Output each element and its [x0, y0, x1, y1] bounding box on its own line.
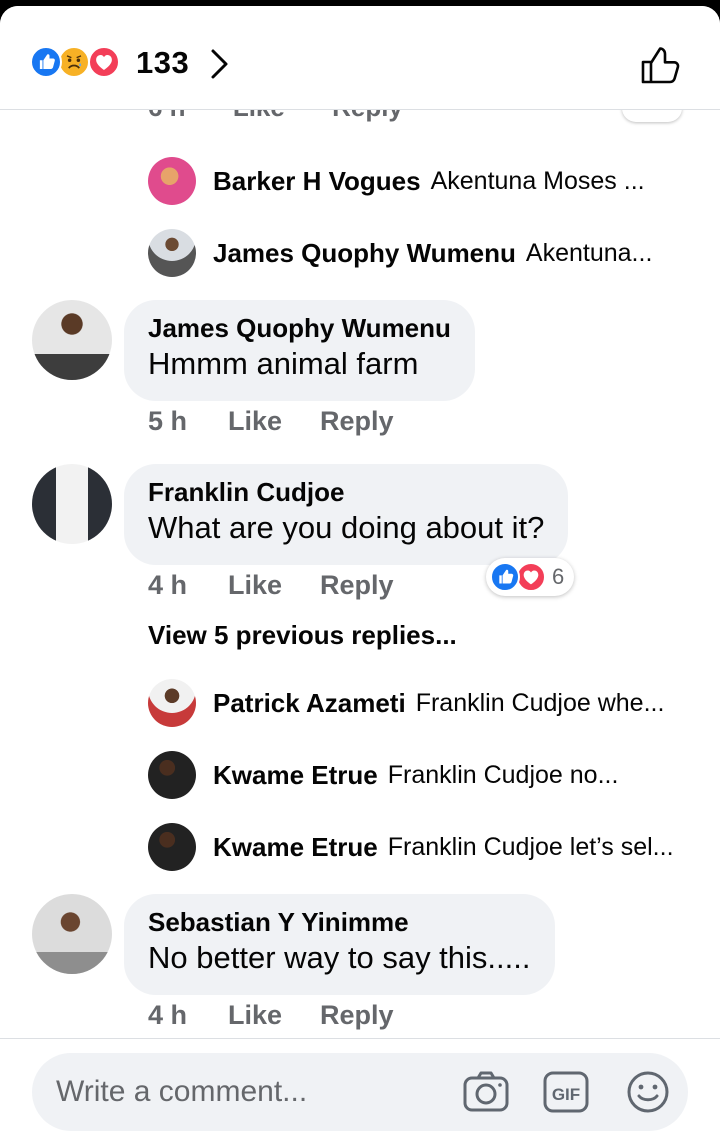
comment-feed[interactable]: 6 h Like Reply Barker H Vogues Akentuna … [0, 110, 720, 1038]
reply-link[interactable]: Reply [320, 570, 394, 601]
reply-author[interactable]: Kwame Etrue [213, 760, 378, 791]
reply-snippet: Akentuna... [525, 238, 653, 267]
reply-preview[interactable]: Kwame Etrue Franklin Cudjoe no... [148, 750, 618, 800]
reactions-header: 133 [0, 6, 720, 110]
avatar[interactable] [32, 894, 112, 974]
comment-text: No better way to say this..... [148, 940, 531, 975]
comment-text: Hmmm animal farm [148, 346, 419, 381]
like-link[interactable]: Like [233, 110, 285, 122]
reply-author[interactable]: Patrick Azameti [213, 688, 406, 719]
avatar[interactable] [148, 157, 196, 205]
reply-link[interactable]: Reply [320, 406, 394, 437]
comment-composer[interactable]: GIF [32, 1053, 688, 1131]
comment-bubble[interactable]: Franklin Cudjoe What are you doing about… [124, 464, 569, 565]
reply-preview[interactable]: Barker H Vogues Akentuna Moses ... [148, 156, 645, 206]
sad-icon [58, 46, 90, 78]
reply-author[interactable]: Barker H Vogues [213, 166, 421, 197]
avatar[interactable] [32, 464, 112, 544]
reply-snippet: Franklin Cudjoe whe... [415, 688, 665, 717]
reply-snippet: Franklin Cudjoe let’s sel... [387, 832, 674, 861]
avatar[interactable] [148, 823, 196, 871]
reaction-count[interactable]: 133 [136, 45, 189, 81]
reaction-badge[interactable]: 6 [486, 558, 575, 596]
time-label: 5 h [148, 406, 188, 436]
reply-author[interactable]: Kwame Etrue [213, 832, 378, 863]
comment-actions: 4 h Like Reply [148, 570, 394, 601]
reply-preview[interactable]: Patrick Azameti Franklin Cudjoe whe... [148, 678, 664, 728]
comment-composer-bar: GIF [0, 1038, 720, 1133]
reply-snippet: Franklin Cudjoe no... [387, 760, 619, 789]
time-label: 6 h [148, 110, 186, 122]
reply-link[interactable]: Reply [332, 110, 403, 122]
like-outline-icon[interactable] [638, 42, 684, 88]
svg-text:GIF: GIF [552, 1085, 580, 1104]
cut-off-actions: 6 h Like Reply [148, 110, 443, 123]
comment-author[interactable]: James Quophy Wumenu [148, 312, 451, 344]
avatar[interactable] [148, 679, 196, 727]
emoji-icon[interactable] [624, 1069, 672, 1115]
time-label: 4 h [148, 570, 188, 600]
view-previous-replies-link[interactable]: View 5 previous replies... [148, 620, 457, 651]
reaction-count: 6 [552, 564, 565, 589]
gif-icon[interactable]: GIF [542, 1069, 590, 1115]
comment-actions: 4 h Like Reply [148, 1000, 394, 1031]
reaction-badge[interactable] [622, 110, 682, 122]
love-icon [516, 562, 546, 592]
like-link[interactable]: Like [228, 406, 320, 437]
avatar[interactable] [148, 751, 196, 799]
comment-bubble[interactable]: James Quophy Wumenu Hmmm animal farm [124, 300, 475, 401]
like-link[interactable]: Like [228, 1000, 320, 1031]
comment-bubble[interactable]: Sebastian Y Yinimme No better way to say… [124, 894, 555, 995]
comment-actions: 5 h Like Reply [148, 406, 394, 437]
avatar[interactable] [32, 300, 112, 380]
comment-author[interactable]: Sebastian Y Yinimme [148, 906, 531, 938]
reply-preview[interactable]: James Quophy Wumenu Akentuna... [148, 228, 652, 278]
reply-author[interactable]: James Quophy Wumenu [213, 238, 516, 269]
like-link[interactable]: Like [228, 570, 320, 601]
reply-link[interactable]: Reply [320, 1000, 394, 1031]
reply-snippet: Akentuna Moses ... [430, 166, 645, 195]
comments-sheet: 133 6 h Like Reply Barker H Vogues Akent… [0, 6, 720, 1133]
time-label: 4 h [148, 1000, 188, 1030]
love-icon [88, 46, 120, 78]
like-icon [490, 562, 520, 592]
camera-icon[interactable] [462, 1069, 510, 1115]
comment-author[interactable]: Franklin Cudjoe [148, 476, 544, 508]
reply-preview[interactable]: Kwame Etrue Franklin Cudjoe let’s sel... [148, 822, 674, 872]
avatar[interactable] [148, 229, 196, 277]
like-icon [30, 46, 62, 78]
chevron-right-icon[interactable] [208, 47, 232, 81]
comment-text: What are you doing about it? [148, 510, 545, 545]
comment-input[interactable] [56, 1053, 456, 1131]
